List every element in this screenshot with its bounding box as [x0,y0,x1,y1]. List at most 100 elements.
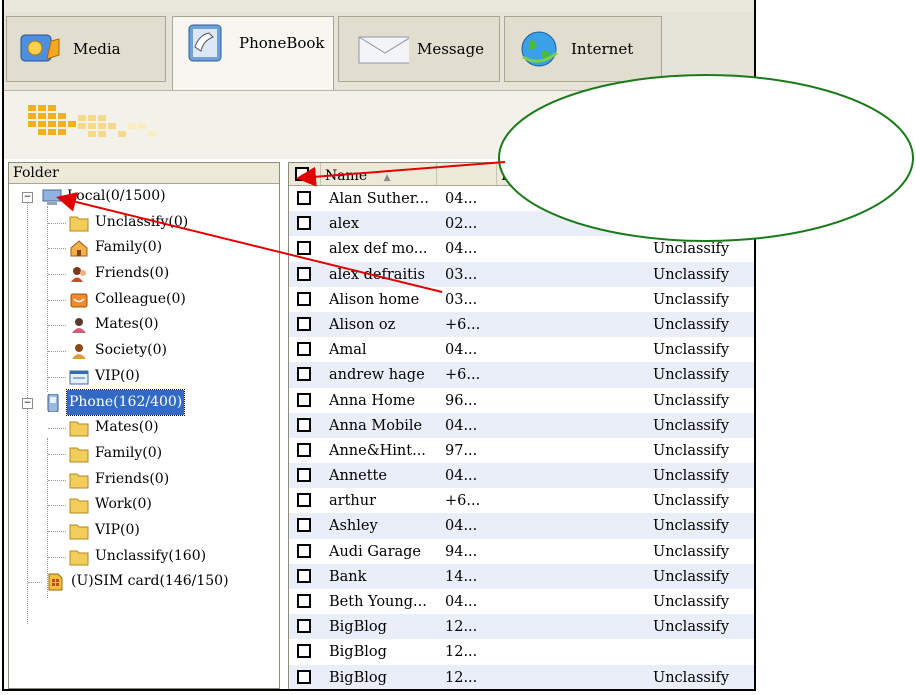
contact-row[interactable]: Bank 14... Unclassify [289,563,754,589]
tree-node-local-friends[interactable]: Friends(0) [9,261,279,287]
tab-phonebook[interactable]: PhoneBook [172,16,334,90]
tree-node-label: Mates(0) [95,419,159,436]
contact-name: BigBlog [329,619,387,636]
contact-group: Unclassify [653,291,730,308]
contact-group: Unclassify [653,543,730,560]
collapse-local-icon[interactable]: − [22,192,33,203]
row-checkbox[interactable] [297,367,311,382]
column-header-name[interactable]: Name ▲ [321,163,437,185]
contact-row[interactable]: alex 02... [289,211,754,237]
phonebook-icon [188,24,222,61]
contact-row[interactable]: alex def mo... 04... Unclassify [289,236,754,261]
tree-node-local-label: Local(0/1500) [67,188,166,204]
tree-node-phone[interactable]: − Phone(162/400) [9,388,279,417]
row-checkbox[interactable] [297,518,311,533]
column-header-name-label: Name [325,168,368,184]
contact-name: Anna Mobile [329,417,423,434]
contact-name: Annette [329,468,387,485]
contact-group: Unclassify [653,468,730,485]
tree-node-phone-unclassify[interactable]: Unclassify(160) [9,544,279,570]
contact-number: 03... [445,291,478,308]
column-header-extra[interactable]: I [497,163,754,185]
row-checkbox[interactable] [297,619,311,634]
contact-row[interactable]: alex defraitis 03... Unclassify [289,261,754,287]
contact-row[interactable]: Anna Mobile 04... Unclassify [289,412,754,438]
contact-name: Anne&Hint... [329,442,426,459]
select-all-header[interactable] [289,163,321,185]
contact-row[interactable]: BigBlog 12... Unclassify [289,664,754,689]
tree-node-phone-mates[interactable]: Mates(0) [9,415,279,441]
tree-node-sim[interactable]: (U)SIM card(146/150) [9,569,279,595]
tree-node-local-colleague[interactable]: Colleague(0) [9,287,279,313]
tree-node-local[interactable]: − Local(0/1500) [9,184,279,210]
row-checkbox[interactable] [297,266,311,281]
envelope-icon [358,36,409,64]
contact-name: Bank [329,568,367,585]
tree-node-phone-work[interactable]: Work(0) [9,492,279,518]
contact-group: Unclassify [653,342,730,359]
row-checkbox[interactable] [297,493,311,508]
contact-group: Unclassify [653,316,730,333]
contact-row[interactable]: Alison oz +6... Unclassify [289,311,754,338]
row-checkbox[interactable] [297,342,311,357]
contact-row[interactable]: Amal 04... Unclassify [289,337,754,362]
row-checkbox[interactable] [297,468,311,483]
contact-name: BigBlog [329,644,387,661]
contact-name: alex [329,216,360,233]
tree-node-local-family[interactable]: Family(0) [9,235,279,261]
contact-row[interactable]: Alison home 03... Unclassify [289,287,754,312]
tree-node-local-mates[interactable]: Mates(0) [9,312,279,338]
select-all-checkbox[interactable] [295,167,309,181]
contacts-rows: Alan Suther... 04... alex 02... alex def m… [289,186,754,689]
row-checkbox[interactable] [297,241,311,256]
row-checkbox[interactable] [297,442,311,457]
contact-name: alex defraitis [329,266,425,283]
vip-card-icon [69,370,89,385]
tree-node-phone-vip[interactable]: VIP(0) [9,518,279,544]
tab-phonebook-label: PhoneBook [239,33,325,52]
contact-row[interactable]: Anne&Hint... 97... Unclassify [289,438,754,463]
tree-node-label: Society(0) [95,342,167,359]
contact-name: Audi Garage [329,543,422,560]
tree-node-phone-family[interactable]: Family(0) [9,441,279,467]
row-checkbox[interactable] [297,594,311,608]
friends-icon [71,267,86,283]
contact-row[interactable]: Beth Young... 04... Unclassify [289,589,754,614]
contact-row[interactable]: BigBlog 12... [289,639,754,664]
contact-row[interactable]: arthur +6... Unclassify [289,488,754,513]
contact-number: 96... [445,392,478,409]
contact-group: Unclassify [653,442,730,459]
collapse-phone-icon[interactable]: − [22,397,33,409]
tab-media[interactable]: Media [6,16,166,82]
tab-message[interactable]: Message [338,16,500,82]
tree-node-label: Friends(0) [95,470,170,487]
row-checkbox[interactable] [297,316,311,331]
folder-icon [69,524,89,540]
row-checkbox[interactable] [297,291,311,306]
row-checkbox[interactable] [297,191,311,205]
contact-row[interactable]: Annette 04... Unclassify [289,463,754,489]
tree-node-phone-friends[interactable]: Friends(0) [9,467,279,493]
row-checkbox[interactable] [297,392,311,407]
contact-row[interactable]: Anna Home 96... Unclassify [289,388,754,413]
tree-node-local-unclassify[interactable]: Unclassify(0) [9,210,279,236]
row-checkbox[interactable] [297,543,311,558]
contact-number: 04... [445,417,478,434]
contact-row[interactable]: Audi Garage 94... Unclassify [289,539,754,564]
row-checkbox[interactable] [297,644,311,659]
row-checkbox[interactable] [297,417,311,432]
row-checkbox[interactable] [297,669,311,684]
tree-node-label: Unclassify(0) [95,213,189,230]
column-header-number[interactable] [437,163,497,185]
contact-row[interactable]: BigBlog 12... Unclassify [289,614,754,640]
contact-name: Amal [329,342,367,359]
row-checkbox[interactable] [297,216,311,231]
contact-row[interactable]: Ashley 04... Unclassify [289,513,754,539]
tab-internet[interactable]: Internet [504,16,662,82]
row-checkbox[interactable] [297,568,311,583]
tree-node-local-society[interactable]: Society(0) [9,338,279,364]
contact-group: Unclassify [653,669,730,686]
contact-row[interactable]: Alan Suther... 04... [289,186,754,211]
contact-row[interactable]: andrew hage +6... Unclassify [289,362,754,388]
tree-node-local-vip[interactable]: VIP(0) [9,364,279,390]
